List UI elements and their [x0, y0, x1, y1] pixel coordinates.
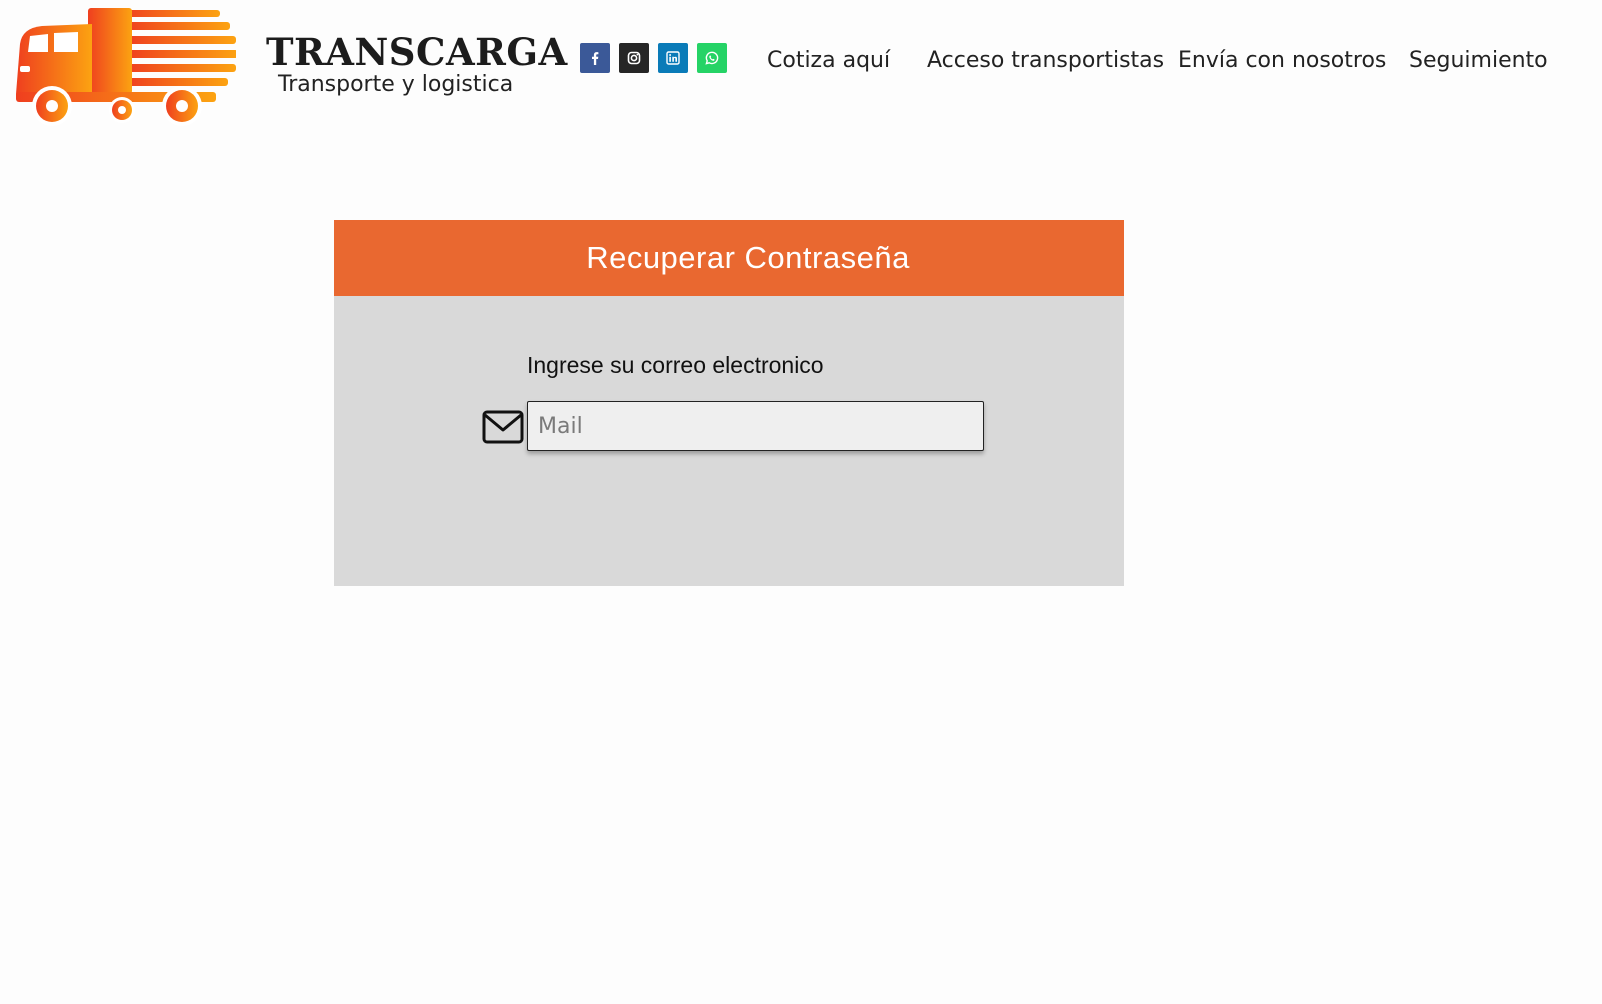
social-links	[580, 43, 727, 73]
brand-tagline: Transporte y logistica	[278, 72, 514, 97]
instagram-icon[interactable]	[619, 43, 649, 73]
panel-header: Recuperar Contraseña	[334, 220, 1124, 296]
nav-envia-con-nosotros[interactable]: Envía con nosotros	[1178, 44, 1386, 78]
nav-cotiza-aqui[interactable]: Cotiza aquí	[767, 44, 890, 78]
email-label: Ingrese su correo electronico	[527, 352, 824, 378]
envelope-icon	[482, 410, 524, 444]
password-recovery-panel: Recuperar Contraseña Ingrese su correo e…	[334, 220, 1124, 586]
nav-acceso-transportistas[interactable]: Acceso transportistas	[927, 44, 1164, 78]
page: TRANSCARGA Transporte y logistica Cotiza…	[0, 0, 1602, 1004]
linkedin-icon[interactable]	[658, 43, 688, 73]
truck-logo-icon[interactable]	[14, 6, 236, 130]
facebook-icon[interactable]	[580, 43, 610, 73]
brand-name[interactable]: TRANSCARGA	[266, 30, 568, 74]
whatsapp-icon[interactable]	[697, 43, 727, 73]
panel-title: Recuperar Contraseña	[586, 240, 910, 275]
email-input[interactable]	[527, 401, 984, 451]
nav-seguimiento[interactable]: Seguimiento	[1409, 44, 1548, 78]
